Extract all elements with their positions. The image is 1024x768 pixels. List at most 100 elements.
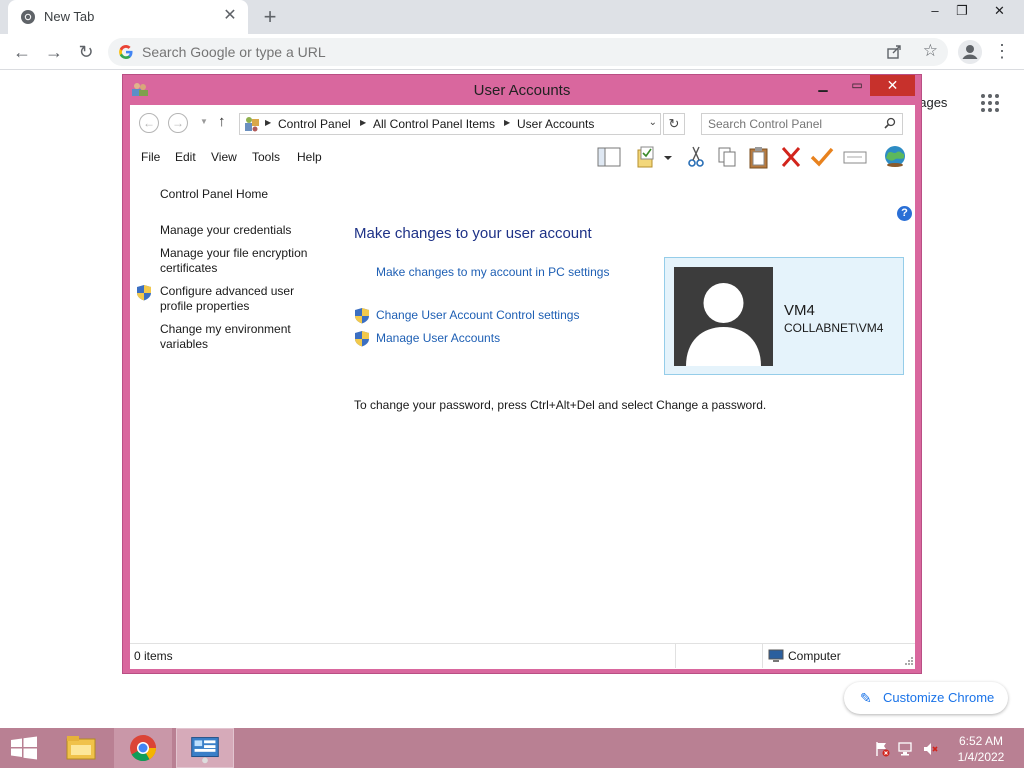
help-icon[interactable]: ? bbox=[897, 206, 912, 221]
address-bar[interactable]: ▶ Control Panel ▶ All Control Panel Item… bbox=[239, 113, 661, 135]
refresh-button[interactable]: ↻ bbox=[663, 113, 685, 135]
address-dropdown-icon[interactable]: ⌄ bbox=[649, 117, 657, 128]
dropdown-icon[interactable] bbox=[660, 145, 676, 169]
customize-chrome-button[interactable]: ✎ Customize Chrome bbox=[844, 682, 1008, 714]
menu-bar: File Edit View Tools Help bbox=[130, 145, 915, 171]
check-icon[interactable] bbox=[809, 145, 835, 169]
globe-icon[interactable] bbox=[882, 145, 908, 169]
recent-locations-chevron-icon[interactable]: ▼ bbox=[200, 117, 208, 126]
search-box[interactable] bbox=[701, 113, 903, 135]
up-arrow-icon[interactable]: ↑ bbox=[218, 113, 226, 130]
pencil-icon: ✎ bbox=[860, 690, 872, 706]
control-panel-taskbar-icon[interactable] bbox=[176, 728, 234, 768]
clock-time: 6:52 AM bbox=[958, 734, 1004, 748]
status-bar: 0 items Computer bbox=[130, 643, 915, 668]
pc-settings-link[interactable]: Make changes to my account in PC setting… bbox=[376, 265, 609, 279]
status-divider bbox=[675, 644, 676, 668]
page-title: Make changes to your user account bbox=[354, 225, 592, 242]
tab-title: New Tab bbox=[44, 9, 95, 24]
password-note: To change your password, press Ctrl+Alt+… bbox=[354, 398, 767, 412]
back-arrow-icon[interactable]: ← bbox=[10, 40, 34, 64]
menu-help[interactable]: Help bbox=[297, 150, 322, 164]
network-icon[interactable] bbox=[898, 741, 914, 757]
uac-shield-icon bbox=[355, 331, 369, 347]
action-center-flag-icon[interactable] bbox=[874, 741, 890, 757]
window-close-button[interactable]: ✕ bbox=[870, 75, 915, 96]
status-divider bbox=[762, 644, 763, 668]
file-encryption-link[interactable]: Manage your file encryption certificates bbox=[160, 246, 320, 276]
search-icon[interactable] bbox=[884, 117, 896, 129]
breadcrumb-all-items[interactable]: All Control Panel Items bbox=[373, 117, 495, 131]
search-input[interactable] bbox=[708, 117, 878, 131]
manage-credentials-link[interactable]: Manage your credentials bbox=[160, 223, 320, 238]
menu-view[interactable]: View bbox=[211, 150, 237, 164]
customize-chrome-label: Customize Chrome bbox=[883, 690, 995, 705]
windows-start-icon[interactable] bbox=[0, 728, 48, 768]
taskbar-clock[interactable]: 6:52 AM 1/4/2022 bbox=[950, 733, 1012, 765]
user-name: VM4 bbox=[784, 302, 815, 319]
layout-icon[interactable] bbox=[596, 145, 622, 169]
menu-tools[interactable]: Tools bbox=[252, 150, 280, 164]
address-row: ← → ▼ ↑ ▶ Control Panel ▶ All Control Pa… bbox=[130, 105, 915, 141]
chrome-toolbar: ← → ↻ ☆ ⋮ bbox=[0, 34, 1024, 70]
control-panel-icon bbox=[245, 117, 259, 132]
control-panel-home-link[interactable]: Control Panel Home bbox=[160, 187, 320, 202]
chrome-close-button[interactable]: ✕ bbox=[975, 0, 1024, 22]
chrome-tabstrip: New Tab ✕ + – ❐ ✕ bbox=[0, 0, 1024, 34]
cut-icon[interactable] bbox=[683, 145, 709, 169]
uac-shield-icon bbox=[355, 308, 369, 324]
rename-icon[interactable] bbox=[842, 145, 868, 169]
avatar bbox=[674, 267, 773, 366]
window-minimize-button[interactable]: ▁ bbox=[810, 75, 836, 96]
window-maximize-button[interactable]: ▭ bbox=[844, 75, 870, 96]
google-g-icon bbox=[119, 45, 133, 59]
uac-settings-link[interactable]: Change User Account Control settings bbox=[376, 308, 579, 322]
status-zone: Computer bbox=[788, 649, 841, 663]
google-apps-grid-icon[interactable] bbox=[980, 93, 1000, 113]
menu-file[interactable]: File bbox=[141, 150, 160, 164]
window-title: User Accounts bbox=[473, 82, 571, 99]
user-accounts-window: User Accounts ▁ ▭ ✕ ← → ▼ ↑ ▶ Control Pa… bbox=[122, 74, 922, 674]
tab-close-icon[interactable]: ✕ bbox=[222, 8, 238, 24]
share-icon[interactable] bbox=[886, 44, 902, 60]
uac-shield-icon bbox=[137, 285, 151, 301]
computer-icon bbox=[768, 649, 784, 662]
bookmark-star-icon[interactable]: ☆ bbox=[923, 41, 938, 61]
manage-user-accounts-link[interactable]: Manage User Accounts bbox=[376, 331, 500, 345]
status-item-count: 0 items bbox=[134, 649, 173, 663]
breadcrumb-user-accounts[interactable]: User Accounts bbox=[517, 117, 594, 131]
clock-date: 1/4/2022 bbox=[957, 750, 1005, 764]
user-domain: COLLABNET\VM4 bbox=[784, 321, 884, 335]
chrome-minimize-button[interactable]: – bbox=[920, 0, 950, 22]
chrome-menu-icon[interactable]: ⋮ bbox=[992, 40, 1012, 64]
new-tab-button[interactable]: + bbox=[258, 6, 282, 30]
advanced-profile-link[interactable]: Configure advanced user profile properti… bbox=[160, 284, 320, 314]
chrome-maximize-button[interactable]: ❐ bbox=[947, 0, 977, 22]
paste-icon[interactable] bbox=[746, 145, 772, 169]
menu-edit[interactable]: Edit bbox=[175, 150, 196, 164]
user-card: VM4 COLLABNET\VM4 bbox=[664, 257, 904, 375]
tab-new-tab[interactable]: New Tab ✕ bbox=[8, 0, 248, 34]
profile-avatar-icon[interactable] bbox=[958, 40, 982, 64]
omnibox[interactable]: ☆ bbox=[108, 38, 948, 66]
back-button[interactable]: ← bbox=[139, 113, 159, 133]
breadcrumb-separator-icon[interactable]: ▶ bbox=[360, 118, 366, 127]
breadcrumb-separator-icon[interactable]: ▶ bbox=[265, 118, 271, 127]
breadcrumb-separator-icon[interactable]: ▶ bbox=[504, 118, 510, 127]
forward-button[interactable]: → bbox=[168, 113, 188, 133]
taskbar: 6:52 AM 1/4/2022 bbox=[0, 728, 1024, 768]
properties-icon[interactable] bbox=[634, 145, 660, 169]
resize-grip-icon[interactable] bbox=[905, 657, 913, 665]
reload-icon[interactable]: ↻ bbox=[74, 40, 98, 64]
breadcrumb-control-panel[interactable]: Control Panel bbox=[278, 117, 351, 131]
chrome-taskbar-icon[interactable] bbox=[114, 728, 172, 768]
window-titlebar[interactable]: User Accounts ▁ ▭ ✕ bbox=[123, 75, 921, 105]
delete-icon[interactable] bbox=[778, 145, 804, 169]
environment-variables-link[interactable]: Change my environment variables bbox=[160, 322, 320, 352]
window-client-area: ← → ▼ ↑ ▶ Control Panel ▶ All Control Pa… bbox=[130, 105, 915, 669]
copy-icon[interactable] bbox=[714, 145, 740, 169]
omnibox-input[interactable] bbox=[142, 42, 842, 62]
volume-muted-icon[interactable] bbox=[922, 741, 938, 757]
forward-arrow-icon[interactable]: → bbox=[42, 40, 66, 64]
file-explorer-taskbar-icon[interactable] bbox=[52, 728, 110, 768]
